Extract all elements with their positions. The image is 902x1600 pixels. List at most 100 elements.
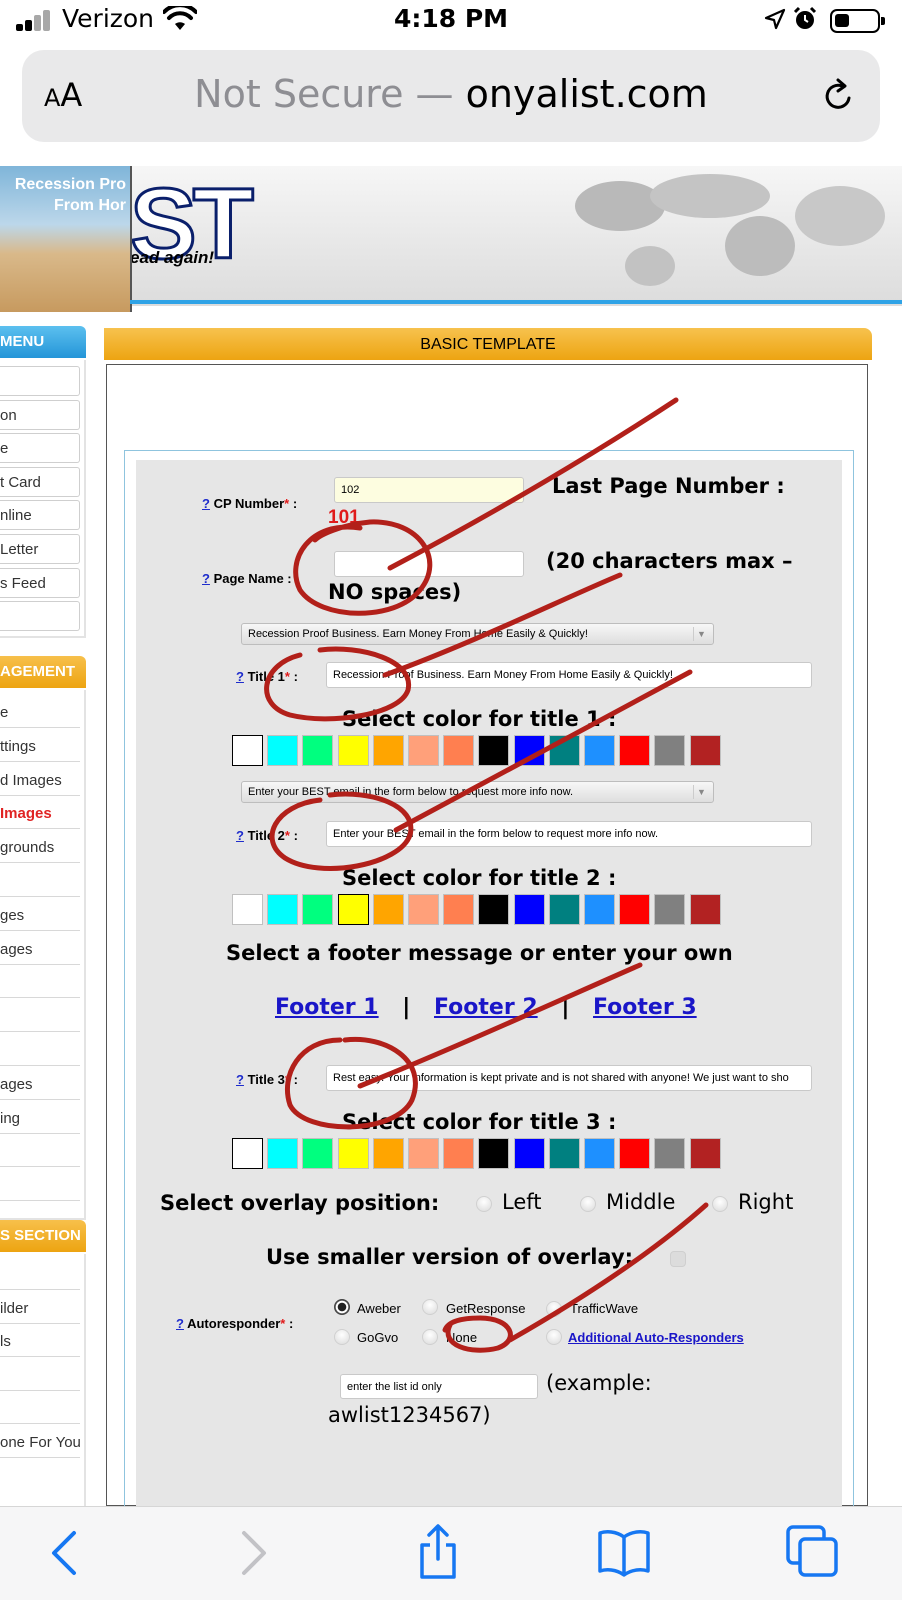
smaller-overlay-checkbox[interactable] xyxy=(670,1251,686,1267)
overlay-middle-radio[interactable] xyxy=(580,1196,596,1212)
color-swatch[interactable] xyxy=(372,894,404,925)
title2-preset-select[interactable]: Enter your BEST email in the form below … xyxy=(241,781,714,803)
help-icon[interactable]: ? xyxy=(236,828,244,843)
sidebar-item[interactable] xyxy=(0,968,80,999)
color-swatch[interactable] xyxy=(654,1138,686,1169)
sidebar-item[interactable] xyxy=(0,1394,80,1425)
color-swatch[interactable] xyxy=(548,735,580,766)
color-swatch[interactable] xyxy=(302,1138,334,1169)
sidebar-item[interactable]: on xyxy=(0,399,80,430)
autoresponder-trafficwave-radio[interactable] xyxy=(546,1301,562,1317)
sidebar-item[interactable]: ing xyxy=(0,1104,80,1134)
sidebar-item[interactable]: ages xyxy=(0,935,80,965)
help-icon[interactable]: ? xyxy=(202,496,210,511)
autoresponder-none-radio[interactable] xyxy=(422,1329,438,1345)
sidebar-item[interactable]: d Images xyxy=(0,766,80,796)
color-swatch[interactable] xyxy=(232,1138,263,1169)
color-swatch[interactable] xyxy=(443,894,475,925)
color-swatch[interactable] xyxy=(548,894,580,925)
color-swatch[interactable] xyxy=(689,1138,721,1169)
cp-number-input[interactable]: 102 xyxy=(334,477,524,503)
url-display[interactable]: Not Secure — onyalist.com xyxy=(22,72,880,116)
color-swatch[interactable] xyxy=(443,735,475,766)
color-swatch[interactable] xyxy=(302,894,334,925)
color-swatch[interactable] xyxy=(372,735,404,766)
sidebar-item[interactable]: grounds xyxy=(0,833,80,864)
color-swatch[interactable] xyxy=(478,1138,510,1169)
sidebar-item[interactable] xyxy=(0,1002,80,1033)
color-swatch[interactable] xyxy=(584,894,615,925)
color-swatch[interactable] xyxy=(372,1138,404,1169)
help-icon[interactable]: ? xyxy=(202,571,210,586)
color-swatch[interactable] xyxy=(654,894,686,925)
sidebar-item[interactable] xyxy=(0,601,80,632)
sidebar-item[interactable] xyxy=(0,366,80,396)
additional-autoresponders-link[interactable]: Additional Auto-Responders xyxy=(568,1330,744,1345)
color-swatch[interactable] xyxy=(584,1138,615,1169)
overlay-right-radio[interactable] xyxy=(712,1196,728,1212)
autoresponder-getresponse-radio[interactable] xyxy=(422,1299,438,1315)
color-swatch[interactable] xyxy=(654,735,686,766)
help-icon[interactable]: ? xyxy=(236,669,244,684)
sidebar-item[interactable]: nline xyxy=(0,500,80,531)
color-swatch[interactable] xyxy=(337,1138,369,1169)
footer-3-link[interactable]: Footer 3 xyxy=(593,995,697,1020)
color-swatch[interactable] xyxy=(232,735,263,766)
color-swatch[interactable] xyxy=(548,1138,580,1169)
title3-input[interactable]: Rest easy. Your information is kept priv… xyxy=(326,1065,812,1091)
color-swatch[interactable] xyxy=(267,1138,299,1169)
sidebar-item[interactable]: Letter xyxy=(0,534,80,564)
color-swatch[interactable] xyxy=(584,735,615,766)
color-swatch[interactable] xyxy=(267,894,299,925)
color-swatch[interactable] xyxy=(302,735,334,766)
tabs-icon[interactable] xyxy=(782,1521,842,1581)
sidebar-item[interactable]: Images xyxy=(0,799,80,830)
sidebar-item[interactable]: e xyxy=(0,698,80,728)
color-swatch[interactable] xyxy=(337,894,369,925)
sidebar-item[interactable]: ttings xyxy=(0,732,80,762)
title2-input[interactable]: Enter your BEST email in the form below … xyxy=(326,821,812,847)
color-swatch[interactable] xyxy=(478,735,510,766)
bookmarks-icon[interactable] xyxy=(594,1521,654,1581)
color-swatch[interactable] xyxy=(408,735,439,766)
color-swatch[interactable] xyxy=(689,894,721,925)
sidebar-item[interactable]: one For You xyxy=(0,1428,80,1458)
footer-2-link[interactable]: Footer 2 xyxy=(434,995,538,1020)
color-swatch[interactable] xyxy=(443,1138,475,1169)
sidebar-item[interactable]: ilder xyxy=(0,1294,80,1324)
forward-icon[interactable] xyxy=(222,1521,282,1581)
help-icon[interactable]: ? xyxy=(236,1072,244,1087)
autoresponder-aweber-radio[interactable] xyxy=(334,1299,350,1315)
back-icon[interactable] xyxy=(36,1521,96,1581)
color-swatch[interactable] xyxy=(232,894,263,925)
sidebar-item[interactable]: e xyxy=(0,433,80,464)
color-swatch[interactable] xyxy=(267,735,299,766)
footer-1-link[interactable]: Footer 1 xyxy=(275,995,379,1020)
address-bar[interactable]: AA Not Secure — onyalist.com xyxy=(22,50,880,142)
color-swatch[interactable] xyxy=(408,894,439,925)
autoresponder-gogvo-radio[interactable] xyxy=(334,1329,350,1345)
color-swatch[interactable] xyxy=(513,1138,545,1169)
sidebar-item[interactable] xyxy=(0,1137,80,1168)
color-swatch[interactable] xyxy=(619,735,651,766)
help-icon[interactable]: ? xyxy=(176,1316,184,1331)
color-swatch[interactable] xyxy=(619,1138,651,1169)
color-swatch[interactable] xyxy=(408,1138,439,1169)
sidebar-item[interactable] xyxy=(0,1260,80,1290)
sidebar-item[interactable] xyxy=(0,1036,80,1066)
sidebar-item[interactable] xyxy=(0,1171,80,1202)
color-swatch[interactable] xyxy=(619,894,651,925)
page-name-input[interactable] xyxy=(334,551,524,577)
reload-icon[interactable] xyxy=(818,76,858,116)
share-icon[interactable] xyxy=(408,1521,468,1581)
sidebar-item[interactable] xyxy=(0,867,80,897)
title1-input[interactable]: Recession Proof Business. Earn Money Fro… xyxy=(326,662,812,688)
list-id-input[interactable]: enter the list id only xyxy=(340,1374,538,1399)
autoresponder-additional-radio[interactable] xyxy=(546,1329,562,1345)
title1-preset-select[interactable]: Recession Proof Business. Earn Money Fro… xyxy=(241,623,714,645)
color-swatch[interactable] xyxy=(513,735,545,766)
sidebar-item[interactable]: ges xyxy=(0,901,80,931)
sidebar-item[interactable]: s Feed xyxy=(0,567,80,598)
color-swatch[interactable] xyxy=(689,735,721,766)
color-swatch[interactable] xyxy=(478,894,510,925)
